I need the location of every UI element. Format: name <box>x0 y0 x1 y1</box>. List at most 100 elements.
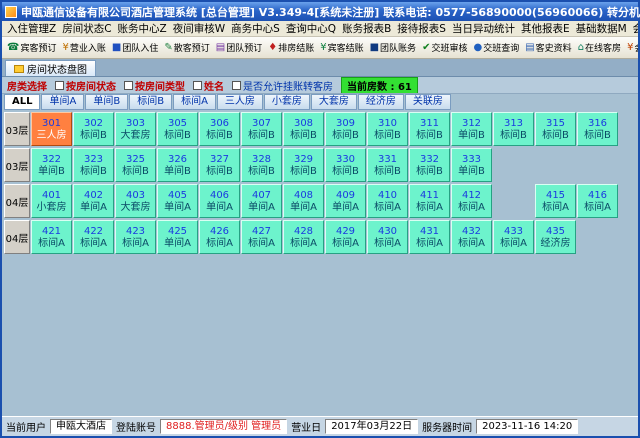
room-cell[interactable]: 428标间A <box>283 220 324 254</box>
menu-item[interactable]: 会员管理Y <box>630 21 638 36</box>
menu-item[interactable]: 查询中心Q <box>283 21 339 36</box>
room-cell[interactable]: 323标间B <box>73 148 114 182</box>
toolbar-button[interactable]: ⌂在线客房 <box>575 39 624 56</box>
room-cell[interactable]: 408单间A <box>283 184 324 218</box>
room-cell[interactable]: 310标间B <box>367 112 408 146</box>
room-cell[interactable]: 303大套房 <box>115 112 156 146</box>
room-cell[interactable]: 410标间A <box>367 184 408 218</box>
room-cell[interactable]: 403大套房 <box>115 184 156 218</box>
room-cell[interactable]: 307标间B <box>241 112 282 146</box>
room-type-tab[interactable]: 三人房 <box>217 94 263 110</box>
menu-item[interactable]: 接待报表S <box>394 21 449 36</box>
room-cell[interactable]: 423标间A <box>115 220 156 254</box>
room-cell[interactable]: 416标间A <box>577 184 618 218</box>
room-cell[interactable]: 326单间B <box>157 148 198 182</box>
name-checkbox[interactable]: 姓名 <box>193 78 224 93</box>
room-cell[interactable]: 301三人房 <box>31 112 72 146</box>
room-type-tab[interactable]: ALL <box>4 94 40 110</box>
room-cell[interactable]: 432标间A <box>451 220 492 254</box>
floor-label[interactable]: 03层 <box>4 112 30 146</box>
room-type-tab[interactable]: 大套房 <box>311 94 357 110</box>
floor-label[interactable]: 04层 <box>4 220 30 254</box>
toolbar-left-group: ☎宾客预订¥营业入账■团队入住✎散客预订▤团队预订♦排房结账¥宾客结账■团队账务… <box>4 39 522 56</box>
menu-item[interactable]: 当日异动统计 <box>449 21 518 36</box>
room-cell[interactable]: 315标间B <box>535 112 576 146</box>
room-cell[interactable]: 430标间A <box>367 220 408 254</box>
room-cell[interactable]: 429标间A <box>325 220 366 254</box>
room-cell[interactable]: 402单间A <box>73 184 114 218</box>
toolbar-button[interactable]: ¥营业入账 <box>59 39 108 56</box>
menu-item[interactable]: 入住管理Z <box>4 21 59 36</box>
room-type-tab[interactable]: 单间A <box>41 94 84 110</box>
room-status-map-tab[interactable]: 房间状态盘图 <box>5 60 96 76</box>
menu-item[interactable]: 商务中心S <box>228 21 283 36</box>
floor-label[interactable]: 04层 <box>4 184 30 218</box>
room-cell[interactable]: 328标间B <box>241 148 282 182</box>
toolbar-button[interactable]: ¥宾客结账 <box>317 39 366 56</box>
room-cell[interactable]: 407单间A <box>241 184 282 218</box>
toolbar-button[interactable]: ▤团队预订 <box>213 39 265 56</box>
toolbar-button[interactable]: ■团队入住 <box>109 39 161 56</box>
menu-item[interactable]: 账务报表B <box>339 21 394 36</box>
grid-row: 04层421标间A422标间A423标间A425单间A426标间A427标间A4… <box>4 220 636 254</box>
room-cell[interactable]: 308标间B <box>283 112 324 146</box>
room-cell[interactable]: 332标间B <box>409 148 450 182</box>
room-cell[interactable]: 313标间B <box>493 112 534 146</box>
room-cell[interactable]: 421标间A <box>31 220 72 254</box>
room-number: 316 <box>588 118 607 129</box>
menu-item[interactable]: 房间状态C <box>59 21 114 36</box>
toolbar-button[interactable]: ☎宾客预订 <box>4 39 59 56</box>
toolbar-button[interactable]: ●交班查询 <box>470 39 522 56</box>
room-cell[interactable]: 405单间A <box>157 184 198 218</box>
toolbar-button[interactable]: ▤客史资料 <box>522 39 574 56</box>
room-cell[interactable]: 431标间A <box>409 220 450 254</box>
room-cell[interactable]: 329标间B <box>283 148 324 182</box>
room-type-tab[interactable]: 标间A <box>173 94 216 110</box>
room-cell[interactable]: 425单间A <box>157 220 198 254</box>
toolbar-button[interactable]: ✔交班审核 <box>419 39 470 56</box>
room-cell[interactable]: 422标间A <box>73 220 114 254</box>
toolbar-button[interactable]: ¥会员充值 <box>624 39 638 56</box>
room-cell[interactable]: 433标间A <box>493 220 534 254</box>
room-cell[interactable]: 333单间B <box>451 148 492 182</box>
room-cell[interactable]: 330标间B <box>325 148 366 182</box>
room-cell[interactable]: 327标间B <box>199 148 240 182</box>
menu-item[interactable]: 账务中心Z <box>115 21 170 36</box>
toolbar-button[interactable]: ♦排房结账 <box>265 39 317 56</box>
room-type-tab[interactable]: 关联房 <box>405 94 451 110</box>
menu-item[interactable]: 夜间审核W <box>170 21 228 36</box>
room-cell[interactable]: 331标间B <box>367 148 408 182</box>
room-type-tab[interactable]: 标间B <box>129 94 172 110</box>
room-type-tab[interactable]: 经济房 <box>358 94 404 110</box>
room-type-tab[interactable]: 小套房 <box>264 94 310 110</box>
room-cell[interactable]: 316标间B <box>577 112 618 146</box>
room-cell[interactable]: 306标间B <box>199 112 240 146</box>
menu-item[interactable]: 基础数据M <box>573 21 630 36</box>
toolbar-button[interactable]: ✎散客预订 <box>161 39 212 56</box>
room-cell[interactable]: 409单间A <box>325 184 366 218</box>
room-cell[interactable]: 411标间A <box>409 184 450 218</box>
menu-item[interactable]: 其他报表E <box>518 21 573 36</box>
room-cell[interactable]: 426标间A <box>199 220 240 254</box>
contact-phone: 联系电话: 0577-56890000(56960066) 转分机50657 <box>383 4 640 20</box>
room-cell[interactable]: 401小套房 <box>31 184 72 218</box>
room-cell[interactable]: 305标间B <box>157 112 198 146</box>
room-cell[interactable]: 302标间B <box>73 112 114 146</box>
room-cell[interactable]: 406单间A <box>199 184 240 218</box>
room-cell[interactable]: 311标间B <box>409 112 450 146</box>
allow-transfer-checkbox[interactable]: 是否允许挂账转客房 <box>232 78 333 93</box>
room-cell[interactable]: 427标间A <box>241 220 282 254</box>
room-cell[interactable]: 309标间B <box>325 112 366 146</box>
by-status-checkbox[interactable]: 按房间状态 <box>55 78 116 93</box>
room-cell[interactable]: 415标间A <box>535 184 576 218</box>
room-type-tab[interactable]: 单间B <box>85 94 128 110</box>
room-cell[interactable]: 412标间A <box>451 184 492 218</box>
room-cell[interactable]: 322单间B <box>31 148 72 182</box>
client-area <box>2 256 638 416</box>
by-type-checkbox[interactable]: 按房间类型 <box>124 78 185 93</box>
room-cell[interactable]: 312单间B <box>451 112 492 146</box>
room-cell[interactable]: 325标间B <box>115 148 156 182</box>
toolbar-button[interactable]: ■团队账务 <box>367 39 419 56</box>
room-cell[interactable]: 435经济房 <box>535 220 576 254</box>
floor-label[interactable]: 03层 <box>4 148 30 182</box>
